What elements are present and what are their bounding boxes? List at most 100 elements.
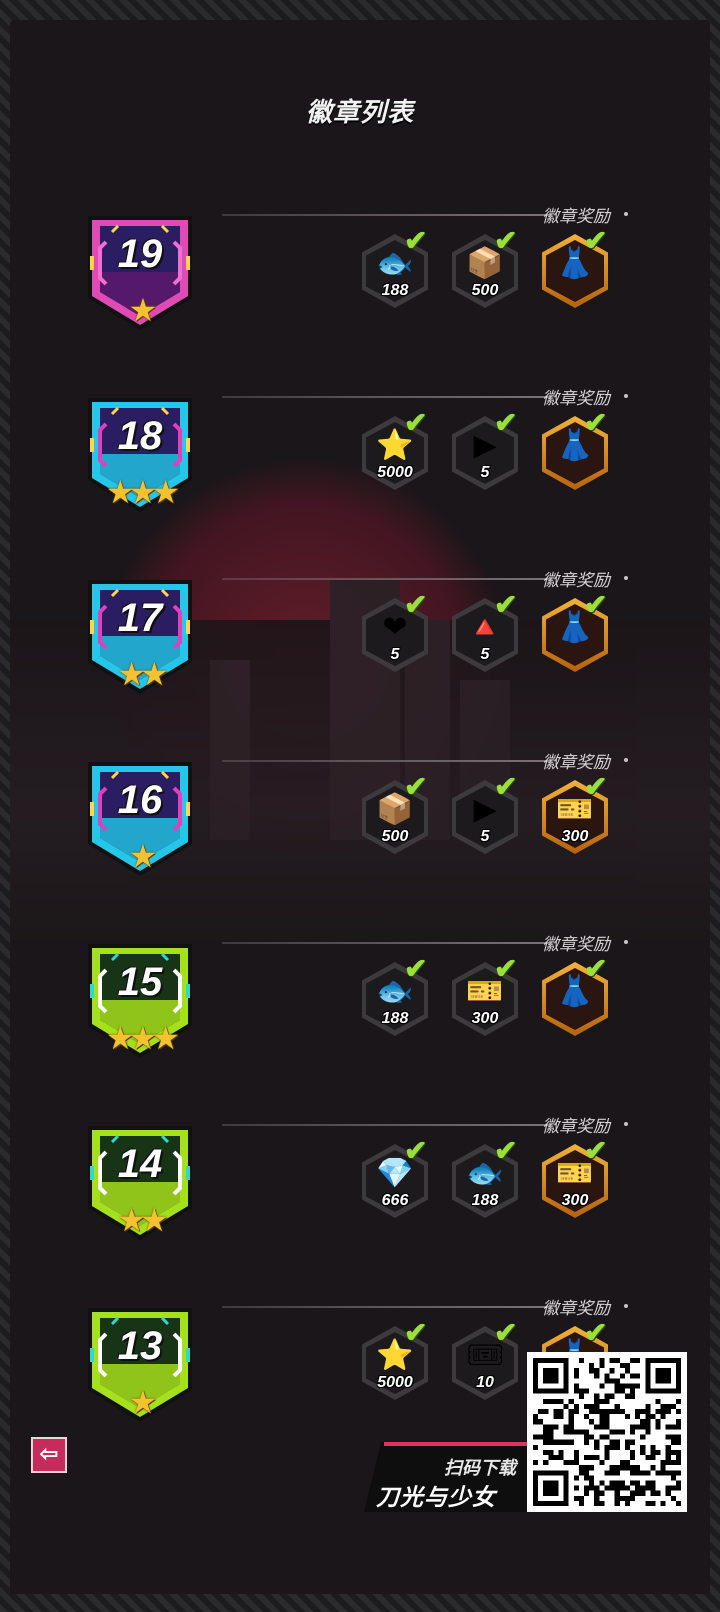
badge-stars: ★★★ bbox=[105, 474, 180, 510]
reward-item[interactable]: 🐟 188 ✔ bbox=[450, 1135, 520, 1222]
checkmark-icon: ✔ bbox=[404, 1135, 428, 1166]
item-quantity: 300 bbox=[561, 1192, 589, 1209]
download-banner[interactable]: 扫码下载 刀光与少女 bbox=[364, 1442, 534, 1512]
reward-item[interactable]: 👗✔ bbox=[540, 589, 610, 676]
badge-stars: ★ bbox=[128, 1384, 158, 1420]
reward-item[interactable]: ▶ 5 ✔ bbox=[450, 407, 520, 494]
row-divider bbox=[222, 396, 552, 398]
row-divider bbox=[222, 760, 552, 762]
back-arrow-icon: ⇦ bbox=[39, 1441, 59, 1466]
badge-shield[interactable]: 19 ★ bbox=[82, 212, 198, 334]
badge-row: 徽章奖励 17 ★★ ❤ 5 ✔ 🔺 5 ✔ 👗 ✔ bbox=[10, 564, 710, 714]
badge-stars: ★★ bbox=[117, 1202, 168, 1238]
checkmark-icon: ✔ bbox=[404, 1317, 428, 1348]
item-quantity: 188 bbox=[381, 1010, 409, 1027]
badge-stars: ★★ bbox=[117, 656, 168, 692]
qr-code-image bbox=[527, 1352, 687, 1512]
row-divider bbox=[222, 942, 552, 944]
reward-item[interactable]: 🎫 300 ✔ bbox=[540, 771, 610, 858]
badge-level: 17 bbox=[117, 596, 163, 640]
item-quantity: 5000 bbox=[377, 464, 413, 481]
reward-items: ❤ 5 ✔ 🔺 5 ✔ 👗 ✔ bbox=[360, 589, 640, 684]
badge-shield[interactable]: 15 ★★★ bbox=[82, 940, 198, 1062]
checkmark-icon: ✔ bbox=[584, 1135, 608, 1166]
checkmark-icon: ✔ bbox=[584, 771, 608, 802]
reward-items: 🐟 188 ✔ 📦 500 ✔ 👗 ✔ bbox=[360, 225, 640, 320]
reward-items: ⭐ 5000 ✔ ▶ 5 ✔ 👗 ✔ bbox=[360, 407, 640, 502]
badge-row: 徽章奖励 18 ★★★ ⭐ 5000 ✔ ▶ 5 ✔ 👗 ✔ bbox=[10, 382, 710, 532]
item-quantity: 5 bbox=[480, 464, 490, 481]
back-button[interactable]: ⇦ bbox=[31, 1437, 67, 1473]
reward-item[interactable]: 💎 666 ✔ bbox=[360, 1135, 430, 1222]
reward-items: 📦 500 ✔ ▶ 5 ✔ 🎫 300 ✔ bbox=[360, 771, 640, 866]
reward-items: 💎 666 ✔ 🐟 188 ✔ 🎫 300 ✔ bbox=[360, 1135, 640, 1230]
checkmark-icon: ✔ bbox=[584, 225, 608, 256]
badge-shield[interactable]: 16 ★ bbox=[82, 758, 198, 880]
badge-shield[interactable]: 17 ★★ bbox=[82, 576, 198, 698]
reward-dot bbox=[624, 1304, 628, 1308]
reward-item[interactable]: 🎫 300 ✔ bbox=[540, 1135, 610, 1222]
checkmark-icon: ✔ bbox=[494, 225, 518, 256]
badge-row: 徽章奖励 15 ★★★ 🐟 188 ✔ 🎫 300 ✔ 👗 ✔ bbox=[10, 928, 710, 1078]
reward-items: 🐟 188 ✔ 🎫 300 ✔ 👗 ✔ bbox=[360, 953, 640, 1048]
reward-item[interactable]: 🎟 10 ✔ bbox=[450, 1317, 520, 1404]
reward-dot bbox=[624, 394, 628, 398]
reward-item[interactable]: 🔺 5 ✔ bbox=[450, 589, 520, 676]
item-quantity: 188 bbox=[471, 1192, 499, 1209]
reward-item[interactable]: 👗✔ bbox=[540, 225, 610, 312]
reward-dot bbox=[624, 1122, 628, 1126]
item-quantity: 5 bbox=[480, 646, 490, 663]
checkmark-icon: ✔ bbox=[584, 407, 608, 438]
badge-level: 14 bbox=[117, 1142, 163, 1186]
checkmark-icon: ✔ bbox=[494, 589, 518, 620]
checkmark-icon: ✔ bbox=[404, 589, 428, 620]
checkmark-icon: ✔ bbox=[584, 953, 608, 984]
checkmark-icon: ✔ bbox=[494, 407, 518, 438]
row-divider bbox=[222, 578, 552, 580]
reward-dot bbox=[624, 940, 628, 944]
reward-item[interactable]: 🐟 188 ✔ bbox=[360, 225, 430, 312]
reward-dot bbox=[624, 758, 628, 762]
checkmark-icon: ✔ bbox=[494, 1317, 518, 1348]
reward-item[interactable]: 👗✔ bbox=[540, 953, 610, 1040]
badge-level: 18 bbox=[117, 414, 163, 458]
download-label: 扫码下载 bbox=[444, 1458, 516, 1478]
badge-level: 19 bbox=[117, 232, 163, 276]
item-quantity: 666 bbox=[381, 1192, 409, 1209]
reward-dot bbox=[624, 212, 628, 216]
row-divider bbox=[222, 1124, 552, 1126]
item-quantity: 300 bbox=[561, 828, 589, 845]
badge-shield[interactable]: 14 ★★ bbox=[82, 1122, 198, 1244]
badge-shield[interactable]: 13 ★ bbox=[82, 1304, 198, 1426]
reward-item[interactable]: ▶ 5 ✔ bbox=[450, 771, 520, 858]
reward-dot bbox=[624, 576, 628, 580]
item-quantity: 10 bbox=[476, 1374, 494, 1391]
checkmark-icon: ✔ bbox=[584, 1317, 608, 1348]
checkmark-icon: ✔ bbox=[494, 953, 518, 984]
item-quantity: 500 bbox=[381, 828, 409, 845]
checkmark-icon: ✔ bbox=[404, 225, 428, 256]
reward-item[interactable]: 📦 500 ✔ bbox=[450, 225, 520, 312]
checkmark-icon: ✔ bbox=[494, 1135, 518, 1166]
badge-stars: ★ bbox=[128, 838, 158, 874]
reward-item[interactable]: 🎫 300 ✔ bbox=[450, 953, 520, 1040]
checkmark-icon: ✔ bbox=[584, 589, 608, 620]
checkmark-icon: ✔ bbox=[404, 953, 428, 984]
checkmark-icon: ✔ bbox=[404, 407, 428, 438]
reward-item[interactable]: 👗✔ bbox=[540, 407, 610, 494]
badge-level: 15 bbox=[117, 960, 163, 1004]
banner-accent-bar bbox=[384, 1442, 534, 1446]
badge-level: 13 bbox=[117, 1324, 163, 1368]
reward-item[interactable]: ❤ 5 ✔ bbox=[360, 589, 430, 676]
reward-item[interactable]: ⭐ 5000 ✔ bbox=[360, 407, 430, 494]
item-quantity: 500 bbox=[471, 282, 499, 299]
badge-shield[interactable]: 18 ★★★ bbox=[82, 394, 198, 516]
checkmark-icon: ✔ bbox=[494, 771, 518, 802]
badge-row: 徽章奖励 14 ★★ 💎 666 ✔ 🐟 188 ✔ 🎫 300 ✔ bbox=[10, 1110, 710, 1260]
reward-item[interactable]: 📦 500 ✔ bbox=[360, 771, 430, 858]
item-quantity: 5 bbox=[480, 828, 490, 845]
badge-stars: ★ bbox=[128, 292, 158, 328]
reward-item[interactable]: ⭐ 5000 ✔ bbox=[360, 1317, 430, 1404]
row-divider bbox=[222, 1306, 552, 1308]
reward-item[interactable]: 🐟 188 ✔ bbox=[360, 953, 430, 1040]
